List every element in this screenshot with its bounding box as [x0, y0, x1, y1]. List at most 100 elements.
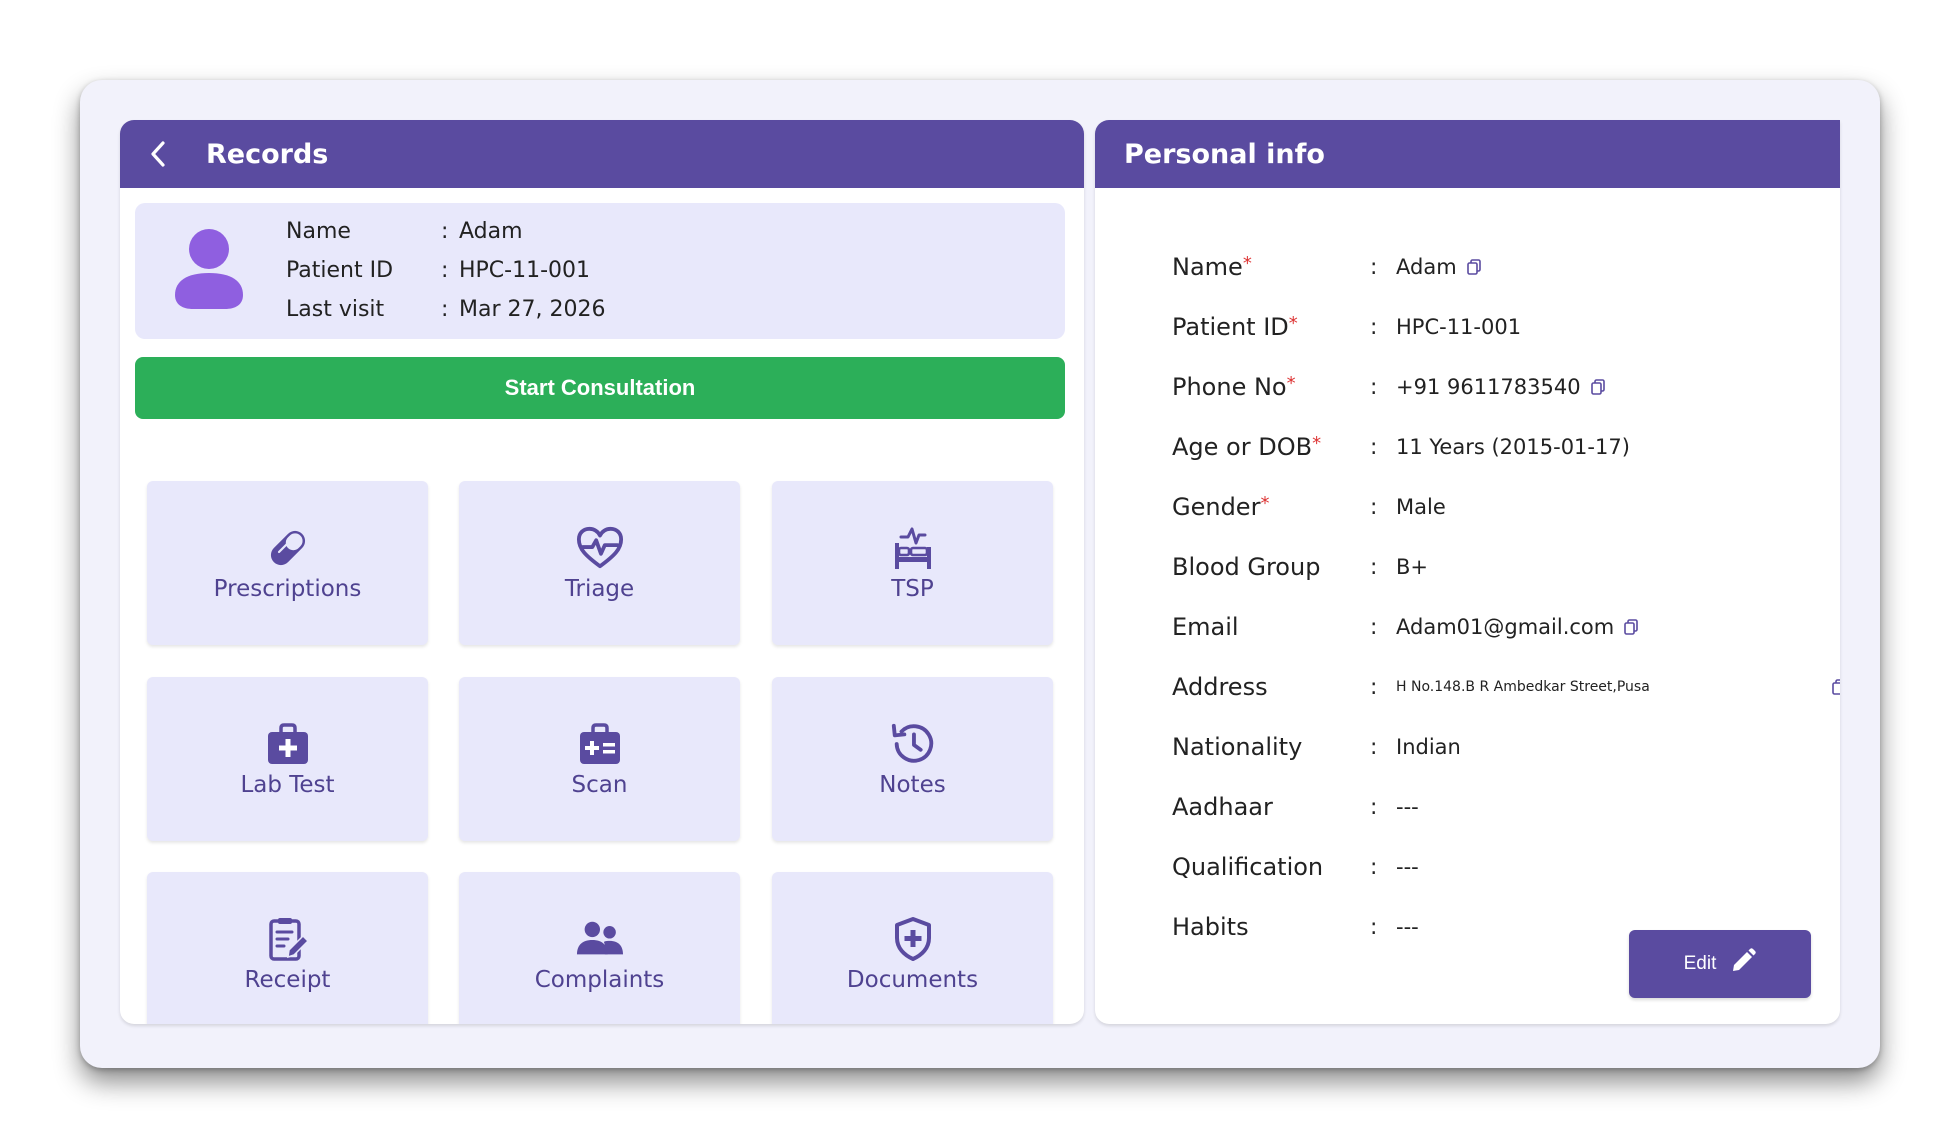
- edit-button-label: Edit: [1683, 953, 1717, 974]
- last-visit-row: Last visit : Mar 27, 2026: [286, 297, 605, 322]
- start-consultation-button[interactable]: Start Consultation: [135, 357, 1065, 419]
- field-phone: Phone No* : +91 9611783540: [1172, 372, 1605, 402]
- field-gender: Gender* : Male: [1172, 492, 1446, 522]
- receipt-edit-icon: [264, 915, 312, 963]
- personal-info-title: Personal info: [1124, 138, 1325, 170]
- field-value: HPC-11-001: [1396, 315, 1522, 339]
- patient-id-label: Patient ID: [286, 258, 394, 283]
- colon: :: [1370, 614, 1378, 640]
- records-header: Records: [120, 120, 1084, 188]
- field-blood-group: Blood Group : B+: [1172, 552, 1428, 582]
- copy-icon[interactable]: [1590, 379, 1605, 395]
- field-value: Male: [1396, 495, 1446, 519]
- app-frame: Records Name : Adam Patient ID : HPC-11-…: [80, 80, 1880, 1068]
- field-name: Name* : Adam: [1172, 252, 1481, 282]
- back-arrow-icon[interactable]: [150, 139, 172, 169]
- pencil-icon: [1730, 948, 1757, 980]
- colon: :: [1370, 734, 1378, 760]
- records-panel: Records Name : Adam Patient ID : HPC-11-…: [120, 120, 1084, 1024]
- field-aadhaar: Aadhaar : ---: [1172, 792, 1419, 822]
- field-value: ---: [1396, 855, 1419, 879]
- tile-complaints[interactable]: Complaints: [459, 872, 740, 1024]
- colon: :: [1370, 494, 1378, 520]
- tile-receipt[interactable]: Receipt: [147, 872, 428, 1024]
- copy-icon[interactable]: [1624, 619, 1639, 635]
- tile-tsp[interactable]: TSP: [772, 481, 1053, 645]
- shield-plus-icon: [889, 915, 937, 963]
- field-label: Blood Group: [1172, 553, 1321, 581]
- colon: :: [441, 219, 449, 244]
- colon: :: [1370, 794, 1378, 820]
- tile-label: Complaints: [534, 967, 665, 993]
- medical-kit-icon: [576, 720, 624, 768]
- tile-prescriptions[interactable]: Prescriptions: [147, 481, 428, 645]
- field-address: Address : H No.148.B R Ambedkar Street,P…: [1172, 672, 1840, 702]
- last-visit-label: Last visit: [286, 297, 385, 322]
- field-label: Patient ID*: [1172, 313, 1298, 341]
- colon: :: [1370, 854, 1378, 880]
- patient-name-label: Name: [286, 219, 351, 244]
- field-label: Name*: [1172, 253, 1252, 281]
- avatar: [173, 229, 245, 311]
- colon: :: [1370, 434, 1378, 460]
- copy-icon[interactable]: [1466, 259, 1481, 275]
- colon: :: [1370, 374, 1378, 400]
- patient-summary-card: Name : Adam Patient ID : HPC-11-001 Last…: [135, 203, 1065, 339]
- tile-label: Receipt: [244, 967, 331, 993]
- bed-pulse-icon: [889, 524, 937, 572]
- copy-icon[interactable]: [1832, 679, 1840, 695]
- field-value: 11 Years (2015-01-17): [1396, 435, 1630, 459]
- tile-documents[interactable]: Documents: [772, 872, 1053, 1024]
- edit-button[interactable]: Edit: [1629, 930, 1811, 998]
- field-label: Address: [1172, 673, 1268, 701]
- last-visit-value: Mar 27, 2026: [459, 297, 606, 322]
- field-value: Adam01@gmail.com: [1396, 615, 1615, 639]
- patient-id-value: HPC-11-001: [459, 258, 591, 283]
- tile-notes[interactable]: Notes: [772, 677, 1053, 841]
- users-icon: [576, 915, 624, 963]
- field-value: ---: [1396, 795, 1419, 819]
- field-value: Adam: [1396, 255, 1457, 279]
- patient-name-value: Adam: [459, 219, 523, 244]
- field-nationality: Nationality : Indian: [1172, 732, 1461, 762]
- field-label: Email: [1172, 613, 1239, 641]
- records-title: Records: [206, 138, 329, 170]
- field-value: +91 9611783540: [1396, 375, 1581, 399]
- field-qualification: Qualification : ---: [1172, 852, 1419, 882]
- field-label: Qualification: [1172, 853, 1324, 881]
- tile-label: Prescriptions: [213, 576, 362, 602]
- field-habits: Habits : ---: [1172, 912, 1419, 942]
- patient-name-row: Name : Adam: [286, 219, 523, 244]
- tile-scan[interactable]: Scan: [459, 677, 740, 841]
- field-value: ---: [1396, 915, 1419, 939]
- colon: :: [1370, 314, 1378, 340]
- field-label: Gender*: [1172, 493, 1270, 521]
- pill-icon: [264, 524, 312, 572]
- tile-label: Lab Test: [240, 772, 335, 798]
- field-label: Nationality: [1172, 733, 1303, 761]
- heartbeat-icon: [576, 524, 624, 572]
- required-asterisk: *: [1260, 493, 1270, 514]
- field-email: Email : Adam01@gmail.com: [1172, 612, 1639, 642]
- colon: :: [1370, 674, 1378, 700]
- tile-label: Documents: [846, 967, 979, 993]
- tile-label: Notes: [879, 772, 946, 798]
- required-asterisk: *: [1242, 253, 1252, 274]
- patient-id-row: Patient ID : HPC-11-001: [286, 258, 590, 283]
- field-label: Aadhaar: [1172, 793, 1273, 821]
- tile-label: Triage: [564, 576, 635, 602]
- field-value: Indian: [1396, 735, 1461, 759]
- field-patient-id: Patient ID* : HPC-11-001: [1172, 312, 1521, 342]
- required-asterisk: *: [1288, 313, 1298, 334]
- personal-info-panel: Personal info Name* : Adam Patient ID* :…: [1095, 120, 1840, 1024]
- field-value: H No.148.B R Ambedkar Street,Pusa: [1396, 679, 1650, 695]
- tile-label: Scan: [571, 772, 628, 798]
- field-label: Phone No*: [1172, 373, 1296, 401]
- personal-info-header: Personal info: [1095, 120, 1840, 188]
- tile-triage[interactable]: Triage: [459, 481, 740, 645]
- medkit-icon: [264, 720, 312, 768]
- field-value: B+: [1396, 555, 1429, 579]
- tile-lab-test[interactable]: Lab Test: [147, 677, 428, 841]
- required-asterisk: *: [1312, 433, 1322, 454]
- colon: :: [1370, 254, 1378, 280]
